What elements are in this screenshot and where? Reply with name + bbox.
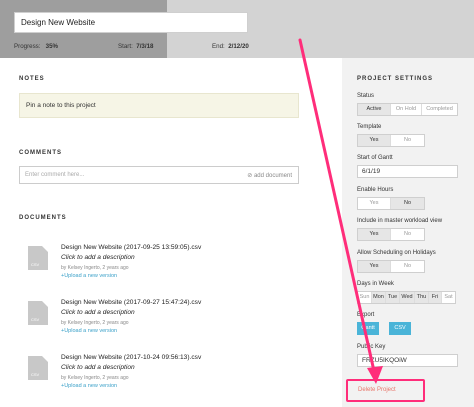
annotation-highlight-box <box>346 379 425 402</box>
annotation-arrow <box>298 38 383 384</box>
